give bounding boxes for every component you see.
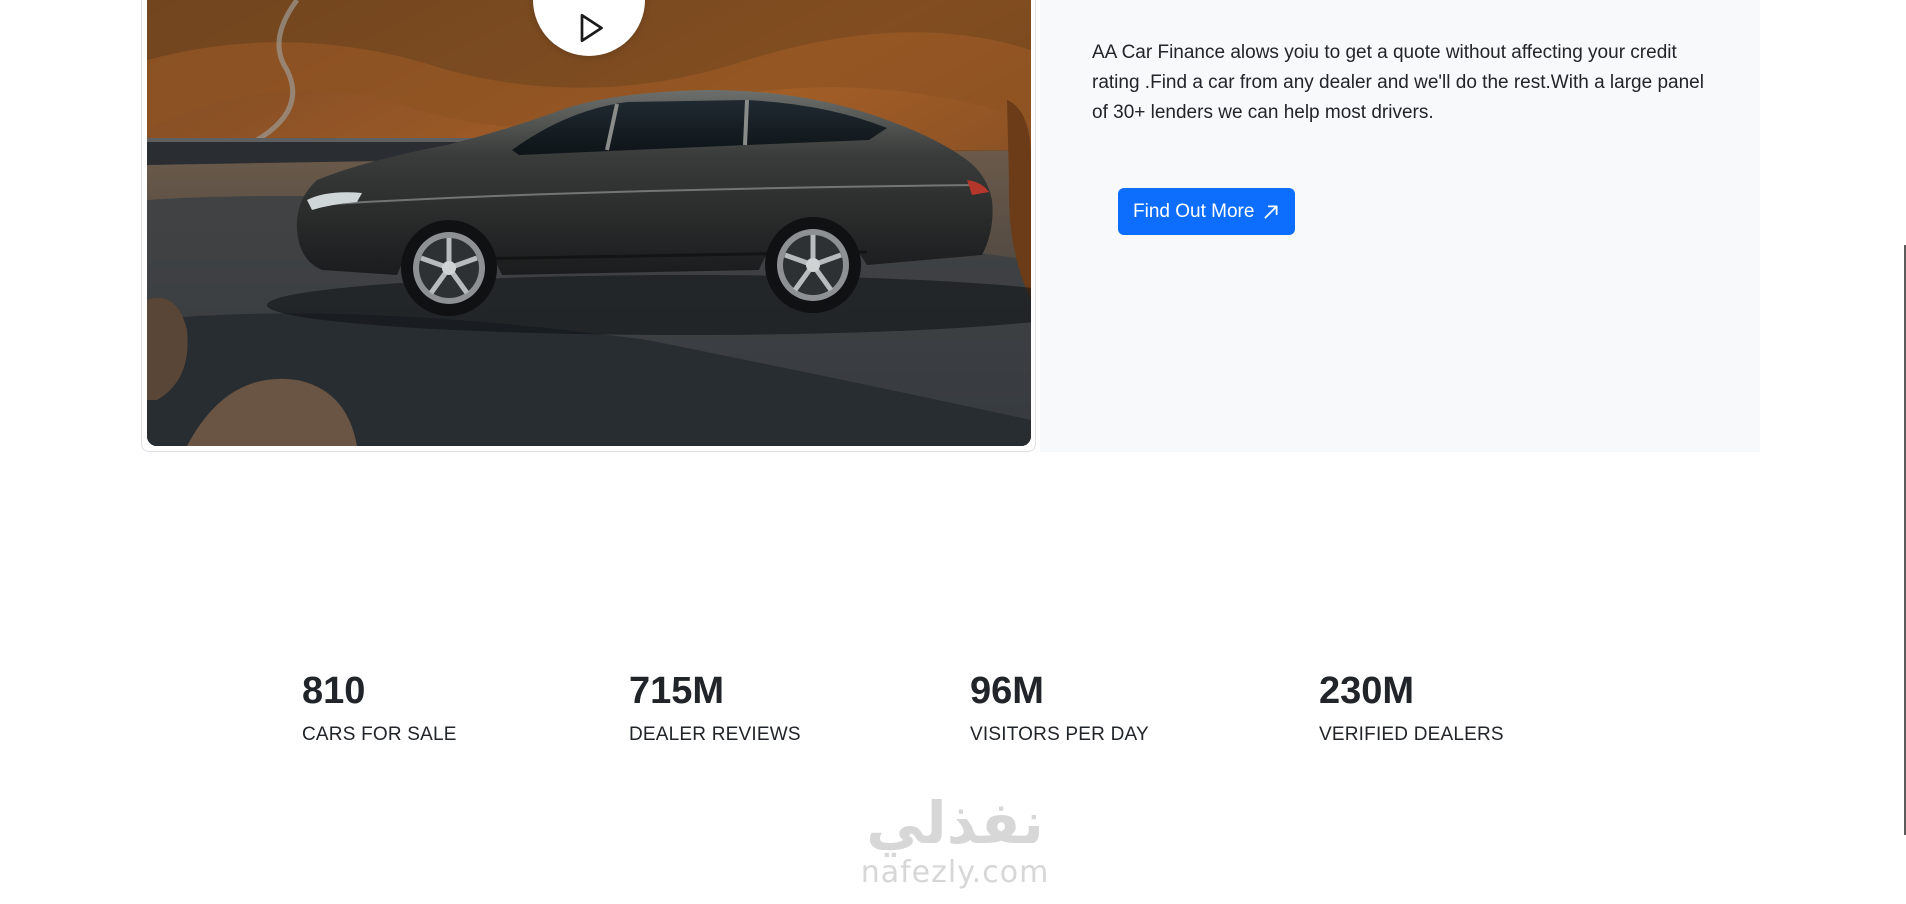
arrow-up-right-icon [1264,204,1278,219]
finance-description: AA Car Finance alows yoiu to get a quote… [1092,42,1704,123]
stat-dealer-reviews: 715M DEALER REVIEWS [629,668,801,748]
car-photo [147,0,1031,446]
stat-number: 715M [629,670,725,712]
watermark: نفذلي nafezly.com [835,790,1075,890]
stats-section: 810 CARS FOR SALE 715M DEALER REVIEWS 96… [0,668,1906,758]
find-out-more-button[interactable]: Find Out More [1118,188,1296,235]
stat-verified-dealers: 230M VERIFIED DEALERS [1319,668,1504,748]
stat-visitors-per-day: 96M VISITORS PER DAY [970,668,1149,748]
stat-label: CARS FOR SALE [302,724,457,745]
stat-cars-for-sale: 810 CARS FOR SALE [302,668,457,748]
play-icon [580,13,603,43]
watermark-arabic: نفذلي [866,789,1044,857]
stat-number: 96M [970,670,1044,712]
watermark-latin: nafezly.com [860,855,1050,890]
page: AA Car Finance alows yoiu to get a quote… [0,0,1906,904]
stat-label: VERIFIED DEALERS [1319,724,1504,745]
stat-number: 230M [1319,670,1415,712]
video-card [141,0,1036,452]
stat-number: 810 [302,670,366,712]
stat-label: DEALER REVIEWS [629,724,801,745]
find-out-more-label: Find Out More [1133,200,1255,222]
stat-label: VISITORS PER DAY [970,724,1149,745]
car-image [147,0,1031,446]
